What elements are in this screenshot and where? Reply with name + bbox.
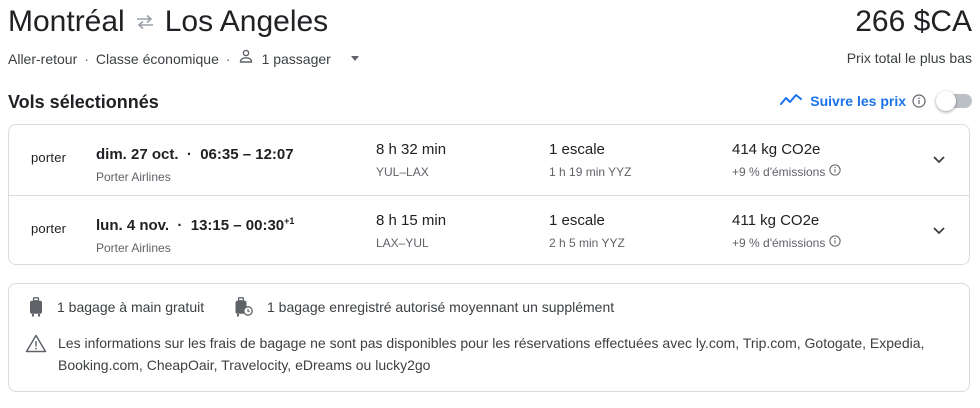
flight-stops-block: 1 escale 2 h 5 min YYZ xyxy=(549,211,625,251)
trip-options: Aller-retour · Classe économique · 1 pas… xyxy=(8,48,359,69)
emissions-value: 411 kg CO2e xyxy=(732,212,820,229)
info-icon[interactable] xyxy=(912,94,926,108)
carry-on-text: 1 bagage à main gratuit xyxy=(57,299,205,315)
emissions-value: 414 kg CO2e xyxy=(732,141,821,158)
route-title: Montréal Los Angeles xyxy=(8,2,328,42)
trip-type: Aller-retour xyxy=(8,50,78,67)
info-icon[interactable] xyxy=(829,235,842,251)
chevron-down-icon[interactable] xyxy=(931,151,947,167)
flight-row[interactable]: porter lun. 4 nov. · 13:15 – 00:30+1 Por… xyxy=(9,196,969,266)
flight-time-range: 06:35 – 12:07 xyxy=(200,146,294,163)
flight-date: dim. 27 oct. xyxy=(96,146,179,163)
emissions-delta: +9 % d'émissions xyxy=(732,165,826,179)
chevron-down-icon[interactable] xyxy=(931,222,947,238)
flight-time-range: 13:15 – 00:30 xyxy=(190,217,285,234)
checked-bag-fee-icon xyxy=(235,297,253,317)
swap-arrows-icon[interactable] xyxy=(135,14,155,30)
carry-on-bag: 1 bagage à main gratuit xyxy=(29,297,204,317)
separator-dot: · xyxy=(225,50,231,67)
flight-times: dim. 27 oct. · 06:35 – 12:07 Porter Airl… xyxy=(96,140,294,185)
flight-stops-block: 1 escale 1 h 19 min YYZ xyxy=(549,140,632,180)
day-offset: +1 xyxy=(284,216,295,226)
flight-times: lun. 4 nov. · 13:15 – 00:30+1 Porter Air… xyxy=(96,211,294,256)
flight-route: YUL–LAX xyxy=(376,165,429,179)
emissions-block: 411 kg CO2e +9 % d'émissions xyxy=(732,211,842,251)
airline-name: Porter Airlines xyxy=(96,241,171,255)
emissions-block: 414 kg CO2e +9 % d'émissions xyxy=(732,140,842,180)
track-prices-label[interactable]: Suivre les prix xyxy=(810,93,906,109)
flight-stops: 1 escale xyxy=(549,141,605,158)
trend-chart-icon xyxy=(780,92,803,111)
flight-duration-block: 8 h 32 min YUL–LAX xyxy=(376,140,446,180)
separator-dot: · xyxy=(169,217,191,234)
baggage-fee-notice: Les informations sur les frais de bagage… xyxy=(58,335,925,373)
flight-layover: 2 h 5 min YYZ xyxy=(549,236,625,250)
info-icon[interactable] xyxy=(829,164,842,180)
section-title: Vols sélectionnés xyxy=(8,92,159,112)
passenger-selector[interactable]: 1 passager xyxy=(238,48,359,69)
cabin-class: Classe économique xyxy=(95,50,219,67)
baggage-info-card: 1 bagage à main gratuit 1 bagage enregis… xyxy=(8,283,970,392)
track-prices-control[interactable]: Suivre les prix xyxy=(780,88,972,114)
warning-icon xyxy=(25,334,47,353)
destination-city: Los Angeles xyxy=(164,5,329,38)
flight-layover: 1 h 19 min YYZ xyxy=(549,165,632,179)
passenger-count: 1 passager xyxy=(261,50,331,67)
track-prices-toggle[interactable] xyxy=(936,91,972,111)
flight-duration: 8 h 15 min xyxy=(376,212,447,229)
total-price: 266 $CA xyxy=(855,5,972,38)
emissions-delta: +9 % d'émissions xyxy=(732,236,826,250)
separator-dot: · xyxy=(84,50,89,67)
flight-row[interactable]: porter dim. 27 oct. · 06:35 – 12:07 Port… xyxy=(9,125,969,195)
flight-duration-block: 8 h 15 min LAX–YUL xyxy=(376,211,446,251)
flight-stops: 1 escale xyxy=(549,212,605,229)
checked-bag: 1 bagage enregistré autorisé moyennant u… xyxy=(235,297,614,317)
flight-date: lun. 4 nov. xyxy=(96,217,170,234)
person-icon xyxy=(238,48,254,69)
carry-on-bag-icon xyxy=(29,297,43,317)
toggle-knob xyxy=(936,91,956,111)
price-caption: Prix total le plus bas xyxy=(846,50,972,66)
dropdown-caret-icon xyxy=(350,56,359,61)
origin-city: Montréal xyxy=(8,5,125,38)
flight-route: LAX–YUL xyxy=(376,236,429,250)
checked-bag-text: 1 bagage enregistré autorisé moyennant u… xyxy=(267,299,615,315)
separator-dot: · xyxy=(178,146,201,163)
selected-flights-card: porter dim. 27 oct. · 06:35 – 12:07 Port… xyxy=(8,124,970,265)
airline-logo: porter xyxy=(31,221,67,236)
flight-duration: 8 h 32 min xyxy=(376,141,447,158)
airline-name: Porter Airlines xyxy=(96,170,171,184)
airline-logo: porter xyxy=(31,150,67,165)
